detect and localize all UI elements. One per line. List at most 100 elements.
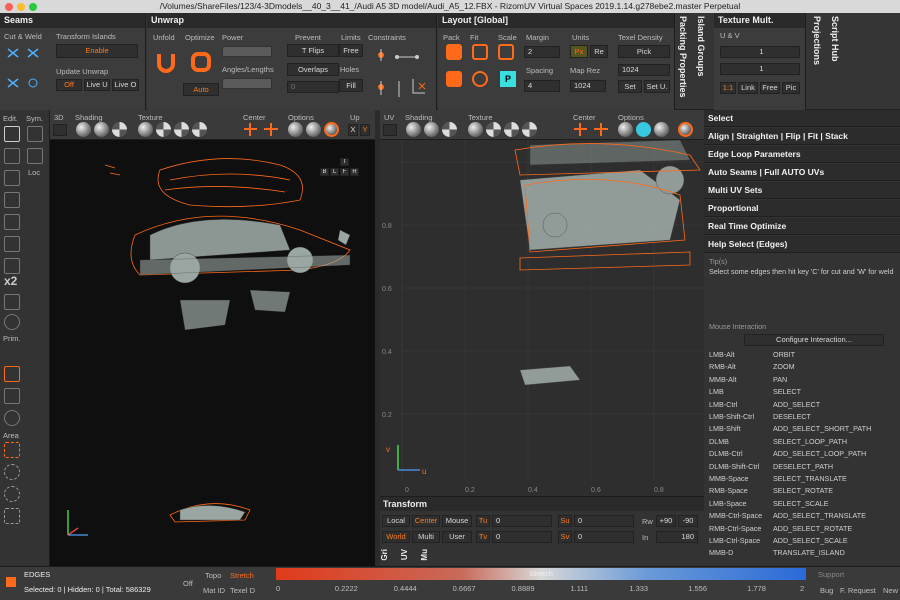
power-slider[interactable] xyxy=(222,46,272,57)
viewport-3d[interactable]: 3D Shading Texture Center Options Up X Y… xyxy=(50,110,375,566)
island-groups-tab[interactable]: Island Groups xyxy=(696,16,706,77)
area-rect-icon[interactable] xyxy=(4,442,20,458)
user-button[interactable]: User xyxy=(442,531,472,543)
rotate-minus-button[interactable]: -90 xyxy=(678,515,698,527)
option-active-icon[interactable] xyxy=(324,122,339,137)
lasso-icon[interactable] xyxy=(4,464,20,480)
units-re-button[interactable]: Re xyxy=(590,45,608,58)
free-button[interactable]: Free xyxy=(339,44,363,57)
edge-mode-icon[interactable] xyxy=(6,577,16,587)
circle-select-icon[interactable] xyxy=(4,486,20,502)
tm-free-button[interactable]: Free xyxy=(760,82,780,94)
box-select-icon[interactable] xyxy=(4,148,20,164)
auto-button[interactable]: Auto xyxy=(183,83,219,96)
select-arrow-icon[interactable] xyxy=(4,126,20,142)
p-icon[interactable]: P xyxy=(500,71,516,87)
multi-uv-section[interactable]: Multi UV Sets xyxy=(704,182,900,199)
minimize-window-button[interactable] xyxy=(17,3,25,11)
texel-d-button[interactable]: Texel D xyxy=(230,586,255,595)
shading-smooth-icon[interactable] xyxy=(94,122,109,137)
mesh-tool-icon[interactable] xyxy=(4,170,20,186)
uv-option-cyan-icon[interactable] xyxy=(636,122,651,137)
texture-mult-u-field[interactable]: 1 xyxy=(720,46,800,58)
center-button[interactable]: Center xyxy=(412,515,440,527)
pointer-icon[interactable] xyxy=(4,388,20,404)
scale-icon[interactable] xyxy=(498,44,514,60)
center-icons[interactable] xyxy=(243,122,285,137)
packing-properties-tab[interactable]: Packing Properties xyxy=(678,16,688,98)
stretch-button[interactable]: Stretch xyxy=(230,571,254,580)
map-rez-field[interactable]: 1024 xyxy=(570,80,606,92)
uv-texture-checker3-icon[interactable] xyxy=(522,122,537,137)
up-x-button[interactable]: X xyxy=(348,124,358,136)
t-flips-button[interactable]: T Flips xyxy=(287,44,339,57)
texture-none-icon[interactable] xyxy=(138,122,153,137)
scissors-icon[interactable] xyxy=(4,294,20,310)
cut-weld-icons[interactable] xyxy=(6,43,46,93)
texture-checker2-icon[interactable] xyxy=(174,122,189,137)
multi-tab[interactable]: Mu xyxy=(420,549,429,561)
mat-id-button[interactable]: Mat ID xyxy=(203,586,225,595)
enable-button[interactable]: Enable xyxy=(56,44,138,58)
grid-tool-icon[interactable] xyxy=(4,192,20,208)
live-u-button[interactable]: Live U xyxy=(84,79,110,91)
texture-checker-icon[interactable] xyxy=(156,122,171,137)
live-o-button[interactable]: Live O xyxy=(112,79,139,91)
paint-select-icon[interactable] xyxy=(4,508,20,524)
ratio-button[interactable]: 1:1 xyxy=(720,82,736,94)
su-field[interactable]: 0 xyxy=(574,515,634,527)
update-off-button[interactable]: Off xyxy=(56,79,82,91)
texture-checker3-icon[interactable] xyxy=(192,122,207,137)
overlaps-button[interactable]: Overlaps xyxy=(287,63,339,76)
pic-button[interactable]: Pic xyxy=(782,82,800,94)
up-axis-button[interactable]: Y xyxy=(360,124,370,136)
maximize-window-button[interactable] xyxy=(29,3,37,11)
tv-field[interactable]: 0 xyxy=(492,531,552,543)
3d-mode-button[interactable] xyxy=(53,124,67,136)
viewport-uv[interactable]: UV Shading Texture Center Options v u 0 … xyxy=(380,110,704,496)
pack-icon[interactable] xyxy=(446,44,462,60)
pointer-plus-icon[interactable] xyxy=(27,148,43,164)
edge-loop-section[interactable]: Edge Loop Parameters xyxy=(704,146,900,163)
pack-grid-icon[interactable] xyxy=(446,71,462,87)
uv-texture-checker-icon[interactable] xyxy=(486,122,501,137)
spacing-field[interactable]: 4 xyxy=(524,80,560,92)
uv-texture-none-icon[interactable] xyxy=(468,122,483,137)
topo-button[interactable]: Topo xyxy=(205,571,221,580)
mouse-button[interactable]: Mouse xyxy=(442,515,472,527)
off-label[interactable]: Off xyxy=(183,579,193,588)
set-u-button[interactable]: Set U. xyxy=(644,80,670,93)
surface-tool-icon[interactable] xyxy=(4,214,20,230)
uv-mode-button[interactable] xyxy=(383,124,397,136)
fit-circle-icon[interactable] xyxy=(472,71,488,87)
texture-mult-v-field[interactable]: 1 xyxy=(720,63,800,75)
x2-label[interactable]: x2 xyxy=(4,274,17,288)
optimize-icon[interactable] xyxy=(190,51,212,73)
set-button[interactable]: Set xyxy=(618,80,642,93)
grid-tab[interactable]: Gri xyxy=(380,549,389,561)
globe-icon[interactable] xyxy=(4,410,20,426)
world-button[interactable]: World xyxy=(382,531,410,543)
uv-tab[interactable]: UV xyxy=(400,549,409,560)
uv-option-light-icon[interactable] xyxy=(618,122,633,137)
option-light-icon[interactable] xyxy=(288,122,303,137)
units-px-button[interactable]: Px xyxy=(570,45,588,58)
in-field[interactable]: 180 xyxy=(656,531,698,543)
unfold-icon[interactable] xyxy=(155,51,177,73)
multi-button[interactable]: Multi xyxy=(412,531,440,543)
uv-texture-checker2-icon[interactable] xyxy=(504,122,519,137)
u-tool-icon[interactable] xyxy=(4,236,20,252)
sv-field[interactable]: 0 xyxy=(574,531,634,543)
uv-option-sphere-icon[interactable] xyxy=(654,122,669,137)
proportional-section[interactable]: Proportional xyxy=(704,200,900,217)
shading-wire-icon[interactable] xyxy=(112,122,127,137)
real-time-optimize-section[interactable]: Real Time Optimize xyxy=(704,218,900,235)
uv-shading-flat-icon[interactable] xyxy=(406,122,421,137)
option-sphere-icon[interactable] xyxy=(306,122,321,137)
uv-shading-smooth-icon[interactable] xyxy=(424,122,439,137)
configure-interaction-button[interactable]: Configure Interaction... xyxy=(744,334,884,346)
uv-center-icons[interactable] xyxy=(573,122,615,137)
fit-icon[interactable] xyxy=(472,44,488,60)
auto-seams-section[interactable]: Auto Seams | Full AUTO UVs xyxy=(704,164,900,181)
symmetry-icon[interactable] xyxy=(27,126,43,142)
